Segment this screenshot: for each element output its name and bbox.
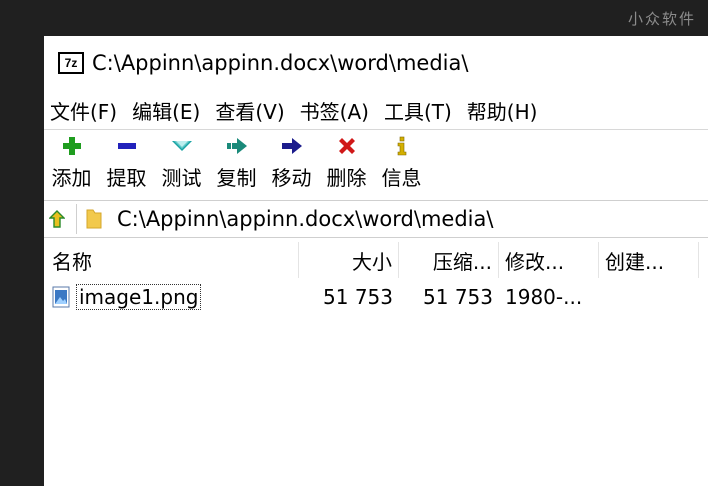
file-list-header: 名称 大小 压缩... 修改... 创建... [44,242,708,278]
plus-icon [61,136,83,156]
folder-icon [86,209,102,229]
extract-button[interactable]: 提取 [99,132,154,194]
copy-button[interactable]: 复制 [209,132,264,194]
menu-bar: 文件(F) 编辑(E) 查看(V) 书签(A) 工具(T) 帮助(H) [44,92,708,128]
up-folder-button[interactable] [46,208,68,230]
table-row[interactable]: image1.png 51 753 51 753 1980-... [44,280,708,314]
column-size[interactable]: 大小 [299,242,399,278]
column-name[interactable]: 名称 [44,242,299,278]
extract-label: 提取 [106,166,147,190]
column-modified[interactable]: 修改... [499,242,599,278]
menu-divider [44,129,708,130]
move-button[interactable]: 移动 [264,132,319,194]
move-label: 移动 [271,166,312,190]
column-packed-size[interactable]: 压缩... [399,242,499,278]
address-field[interactable]: C:\Appinn\appinn.docx\word\media\ [76,204,708,234]
add-button[interactable]: 添加 [44,132,99,194]
address-bar: C:\Appinn\appinn.docx\word\media\ [44,200,708,238]
window-title: C:\Appinn\appinn.docx\word\media\ [92,51,469,75]
copy-label: 复制 [216,166,257,190]
add-label: 添加 [51,166,92,190]
menu-help[interactable]: 帮助(H) [467,96,538,125]
copy-arrow-icon [226,136,248,156]
minus-icon [116,136,138,156]
file-packed-size: 51 753 [423,285,493,309]
column-extra[interactable] [699,242,708,278]
info-label: 信息 [381,166,422,190]
file-modified: 1980-... [505,285,583,309]
toolbar: 添加 提取 测试 复制 移动 删除 信息 [44,132,708,194]
image-file-icon [52,286,70,308]
menu-file[interactable]: 文件(F) [50,96,117,125]
move-arrow-icon [281,136,303,156]
info-icon [391,136,413,156]
file-name: image1.png [76,284,202,310]
menu-edit[interactable]: 编辑(E) [132,96,200,125]
column-created[interactable]: 创建... [599,242,699,278]
watermark: 小众软件 [627,10,696,28]
delete-x-icon [336,136,358,156]
check-chevron-icon [171,136,193,156]
info-button[interactable]: 信息 [374,132,429,194]
menu-bookmarks[interactable]: 书签(A) [300,96,369,125]
row-name-cell: image1.png [44,284,299,310]
delete-label: 删除 [326,166,367,190]
app-window: 7z C:\Appinn\appinn.docx\word\media\ 文件(… [44,36,708,486]
menu-view[interactable]: 查看(V) [215,96,284,125]
file-size: 51 753 [323,285,393,309]
test-label: 测试 [161,166,202,190]
title-bar: 7z C:\Appinn\appinn.docx\word\media\ [44,36,708,90]
delete-button[interactable]: 删除 [319,132,374,194]
up-arrow-icon [49,210,65,228]
address-path: C:\Appinn\appinn.docx\word\media\ [117,207,494,231]
test-button[interactable]: 测试 [154,132,209,194]
menu-tools[interactable]: 工具(T) [384,96,452,125]
7zip-app-icon: 7z [58,52,84,74]
